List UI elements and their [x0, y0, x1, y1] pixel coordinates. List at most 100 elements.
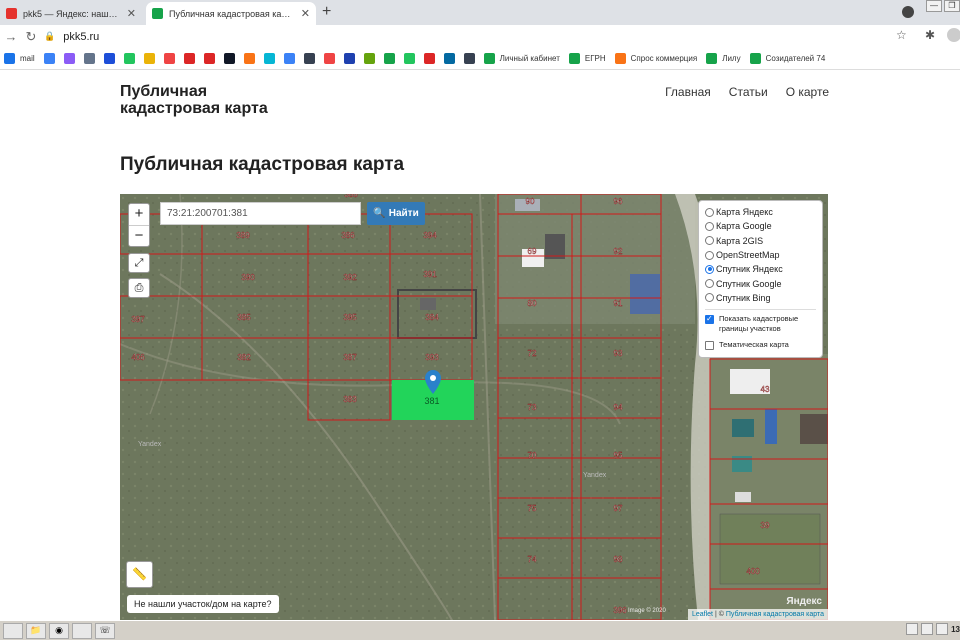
bookmark-item[interactable]: mail: [4, 53, 35, 64]
nav-about[interactable]: О карте: [786, 85, 829, 99]
bookmark-item[interactable]: [423, 53, 435, 64]
radio-button[interactable]: [705, 279, 714, 289]
bookmark-label: mail: [20, 54, 35, 63]
tray-icon[interactable]: [906, 623, 919, 635]
checkbox[interactable]: [705, 341, 714, 351]
bookmark-favicon-icon: [423, 53, 435, 64]
radio-button[interactable]: [705, 250, 714, 260]
nav-home[interactable]: Главная: [665, 85, 711, 99]
bookmark-item[interactable]: [263, 53, 275, 64]
layer-label: Карта 2GIS: [716, 235, 764, 246]
cadastral-search-input[interactable]: [160, 202, 361, 225]
bookmark-item[interactable]: [403, 53, 415, 64]
layer-option[interactable]: Карта Яндекс: [705, 205, 816, 219]
layer-label: Спутник Яндекс: [716, 264, 783, 275]
parcel-number: 389: [236, 231, 250, 240]
minimize-button[interactable]: —: [926, 0, 942, 12]
radio-button[interactable]: [705, 207, 714, 217]
new-tab-button[interactable]: +: [322, 3, 331, 21]
layer-option[interactable]: Карта Google: [705, 219, 816, 233]
pkk-link[interactable]: Публичная кадастровая карта: [726, 611, 824, 618]
bookmark-item[interactable]: Созидателей 74: [749, 53, 825, 64]
bookmark-favicon-icon: [568, 53, 580, 64]
search-button[interactable]: 🔍 Найти: [367, 202, 425, 225]
parcel-number: 397: [131, 315, 145, 324]
parcel-number: 384: [425, 313, 439, 322]
extensions-icon[interactable]: ✱: [925, 28, 935, 42]
start-icon[interactable]: [3, 622, 23, 639]
bookmark-item[interactable]: [183, 53, 195, 64]
layer-option[interactable]: Карта 2GIS: [705, 234, 816, 248]
map-container[interactable]: 388 389 386 394 390 392 391 397 385 395 384 406 382 3…: [120, 194, 828, 620]
tab-pkk-map[interactable]: Публичная кадастровая карта Рос ✕: [146, 2, 316, 25]
explorer-icon[interactable]: 📁: [26, 622, 46, 639]
bookmark-star-icon[interactable]: ☆: [896, 28, 907, 42]
radio-button[interactable]: [705, 264, 714, 274]
forward-icon[interactable]: →: [2, 29, 20, 44]
profile-avatar[interactable]: [947, 28, 960, 42]
site-logo[interactable]: Публичная кадастровая карта: [120, 83, 268, 117]
fullscreen-icon[interactable]: ⤢: [128, 253, 150, 273]
tray-icon[interactable]: [936, 623, 949, 635]
bookmark-item[interactable]: [103, 53, 115, 64]
close-tab-icon[interactable]: ✕: [301, 7, 310, 20]
bookmark-item[interactable]: [303, 53, 315, 64]
zoom-out-button[interactable]: −: [129, 225, 149, 246]
bookmark-item[interactable]: [363, 53, 375, 64]
bookmark-item[interactable]: [463, 53, 475, 64]
bookmark-favicon-icon: [403, 53, 415, 64]
location-marker-icon[interactable]: [425, 370, 441, 394]
parcel-number: 74: [528, 555, 537, 564]
nav-articles[interactable]: Статьи: [729, 85, 768, 99]
layer-option[interactable]: OpenStreetMap: [705, 248, 816, 262]
leaflet-link[interactable]: Leaflet: [692, 611, 713, 618]
bookmark-item[interactable]: [143, 53, 155, 64]
map-option[interactable]: Показать кадастровые границы участков: [705, 314, 816, 334]
bookmark-item[interactable]: [123, 53, 135, 64]
radio-button[interactable]: [705, 293, 714, 303]
option-label: Показать кадастровые границы участков: [719, 314, 799, 334]
not-found-button[interactable]: Не нашли участок/дом на карте?: [127, 595, 279, 613]
bookmark-item[interactable]: [283, 53, 295, 64]
browser-toolbar: → ↻ 🔒 pkk5.ru: [0, 25, 960, 48]
restore-button[interactable]: ❐: [944, 0, 960, 12]
zoom-in-button[interactable]: +: [129, 204, 149, 225]
bookmark-item[interactable]: Лилу: [706, 53, 741, 64]
layer-option[interactable]: Спутник Bing: [705, 291, 816, 305]
bookmark-item[interactable]: [323, 53, 335, 64]
chrome-icon[interactable]: ◉: [49, 622, 69, 639]
bookmark-item[interactable]: [383, 53, 395, 64]
bookmark-favicon-icon: [143, 53, 155, 64]
layer-option[interactable]: Спутник Яндекс: [705, 262, 816, 276]
bookmark-item[interactable]: Личный кабинет: [483, 53, 560, 64]
radio-button[interactable]: [705, 221, 714, 231]
checkbox[interactable]: [705, 314, 714, 325]
bookmark-label: Спрос коммерция: [630, 54, 698, 63]
bookmark-item[interactable]: [63, 53, 75, 64]
bookmark-item[interactable]: [243, 53, 255, 64]
bookmark-item[interactable]: Спрос коммерция: [614, 53, 698, 64]
bookmark-item[interactable]: ЕГРН: [568, 53, 606, 64]
app-icon[interactable]: [72, 622, 92, 639]
shed: [420, 298, 436, 310]
close-tab-icon[interactable]: ✕: [127, 7, 136, 20]
bookmark-item[interactable]: [43, 53, 55, 64]
bookmark-item[interactable]: [83, 53, 95, 64]
tray-icon[interactable]: [921, 623, 934, 635]
bookmark-item[interactable]: [443, 53, 455, 64]
print-icon[interactable]: ⎙: [128, 278, 150, 298]
layer-option[interactable]: Спутник Google: [705, 276, 816, 290]
map-option[interactable]: Тематическая карта: [705, 340, 816, 351]
bookmark-item[interactable]: [163, 53, 175, 64]
bookmark-item[interactable]: [343, 53, 355, 64]
ruler-icon[interactable]: 📏: [126, 561, 153, 588]
tab-search-icon[interactable]: [902, 6, 914, 18]
bookmark-item[interactable]: [223, 53, 235, 64]
selected-parcel-label: 381: [424, 396, 439, 406]
tab-yandex-search[interactable]: pkk5 — Яндекс: нашлось 22 млн р ✕: [0, 2, 142, 25]
bookmark-item[interactable]: [203, 53, 215, 64]
viber-icon[interactable]: ☏: [95, 622, 115, 639]
reload-icon[interactable]: ↻: [22, 29, 40, 45]
address-bar[interactable]: 🔒 pkk5.ru: [44, 27, 914, 46]
radio-button[interactable]: [705, 236, 714, 246]
